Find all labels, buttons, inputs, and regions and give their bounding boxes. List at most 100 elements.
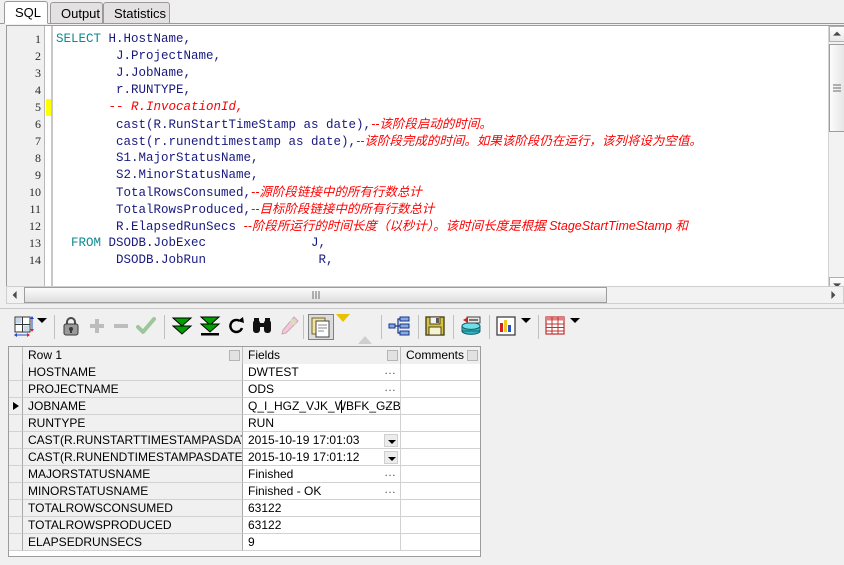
cell-editor-ellipsis-button[interactable]: … xyxy=(384,483,397,499)
cell-comment[interactable] xyxy=(401,449,480,466)
column-resize-handle[interactable] xyxy=(229,350,240,361)
column-header-fields[interactable]: Fields xyxy=(243,347,401,364)
sql-editor[interactable]: 1 2 3 4 5 6 7 8 9 10 11 12 13 14 SELECT H.HostName, J… xyxy=(6,25,844,293)
tab-sql[interactable]: SQL xyxy=(4,1,48,24)
tab-statistics[interactable]: Statistics xyxy=(103,2,170,23)
row-selector[interactable] xyxy=(9,483,23,500)
cell-field-value[interactable]: 2015-10-19 17:01:12 xyxy=(243,449,401,466)
table-row[interactable]: HOSTNAME DWTEST… xyxy=(9,364,480,381)
grid-view-button[interactable] xyxy=(543,314,567,340)
cell-comment[interactable] xyxy=(401,415,480,432)
row-selector[interactable] xyxy=(9,500,23,517)
cell-dropdown-button[interactable] xyxy=(384,434,398,447)
cell-field-name[interactable]: HOSTNAME xyxy=(23,364,243,381)
table-row[interactable]: TOTALROWSPRODUCED 63122 xyxy=(9,517,480,534)
editor-vertical-scrollbar[interactable] xyxy=(828,26,844,293)
row-selector[interactable] xyxy=(9,466,23,483)
row-selector[interactable] xyxy=(9,398,23,415)
row-selector[interactable] xyxy=(9,415,23,432)
highlight-button[interactable] xyxy=(278,314,300,340)
table-row[interactable]: ELAPSEDRUNSECS 9 xyxy=(9,534,480,551)
grid-view-dropdown[interactable] xyxy=(570,314,582,349)
column-header-row1[interactable]: Row 1 xyxy=(23,347,243,364)
table-row[interactable]: CAST(R.RUNSTARTTIMESTAMPASDATE 2015-10-19… xyxy=(9,432,480,449)
chart-button[interactable] xyxy=(494,314,518,340)
row-selector[interactable] xyxy=(9,381,23,398)
save-button[interactable] xyxy=(423,314,447,340)
sql-code-text[interactable]: SELECT H.HostName, J.ProjectName, J.JobN… xyxy=(56,31,831,289)
scroll-left-button[interactable] xyxy=(7,287,23,303)
cell-comment[interactable] xyxy=(401,483,480,500)
table-row[interactable]: RUNTYPE RUN xyxy=(9,415,480,432)
cell-field-name[interactable]: CAST(R.RUNSTARTTIMESTAMPASDATE xyxy=(23,432,243,449)
vertical-scrollbar-thumb[interactable] xyxy=(829,44,844,132)
chart-dropdown[interactable] xyxy=(521,314,533,349)
fit-columns-dropdown[interactable] xyxy=(37,314,49,349)
row-selector[interactable] xyxy=(9,432,23,449)
cell-field-name[interactable]: ELAPSEDRUNSECS xyxy=(23,534,243,551)
cell-comment[interactable] xyxy=(401,364,480,381)
table-row[interactable]: TOTALROWSCONSUMED 63122 xyxy=(9,500,480,517)
explain-plan-button[interactable] xyxy=(386,314,412,340)
cell-field-value[interactable]: Q_I_HGZ_VJK_WBFK_GZB… xyxy=(243,398,401,415)
cell-field-name[interactable]: CAST(R.RUNENDTIMESTAMPASDATE) xyxy=(23,449,243,466)
scroll-right-button[interactable] xyxy=(825,287,841,303)
table-row[interactable]: PROJECTNAME ODS… xyxy=(9,381,480,398)
refresh-button[interactable] xyxy=(226,314,248,340)
commit-button[interactable] xyxy=(134,314,158,340)
find-button[interactable] xyxy=(250,314,274,340)
last-record-button[interactable] xyxy=(198,314,222,340)
row-selector[interactable] xyxy=(9,364,23,381)
cell-editor-ellipsis-button[interactable]: … xyxy=(384,466,397,482)
cell-field-name[interactable]: TOTALROWSPRODUCED xyxy=(23,517,243,534)
table-row[interactable]: JOBNAME Q_I_HGZ_VJK_WBFK_GZB… xyxy=(9,398,480,415)
cell-field-value[interactable]: RUN xyxy=(243,415,401,432)
tab-output[interactable]: Output xyxy=(50,2,103,23)
cell-editor-ellipsis-button[interactable]: … xyxy=(384,381,397,397)
lock-record-button[interactable] xyxy=(60,314,82,340)
cell-field-name[interactable]: JOBNAME xyxy=(23,398,243,415)
cell-field-name[interactable]: MINORSTATUSNAME xyxy=(23,483,243,500)
cell-editor-ellipsis-button[interactable]: … xyxy=(384,364,397,380)
export-db-button[interactable] xyxy=(458,314,484,340)
cell-comment[interactable] xyxy=(401,466,480,483)
cell-field-value[interactable]: Finished… xyxy=(243,466,401,483)
cell-comment[interactable] xyxy=(401,381,480,398)
row-selector[interactable] xyxy=(9,517,23,534)
next-record-button[interactable] xyxy=(170,314,194,340)
cell-editor-ellipsis-button[interactable]: … xyxy=(384,398,397,414)
fit-columns-button[interactable] xyxy=(12,314,36,340)
cell-comment[interactable] xyxy=(401,500,480,517)
editor-horizontal-scrollbar[interactable] xyxy=(6,286,844,304)
cell-field-value[interactable]: 63122 xyxy=(243,517,401,534)
grid-corner-cell[interactable] xyxy=(9,347,23,364)
table-row[interactable]: MAJORSTATUSNAME Finished… xyxy=(9,466,480,483)
column-resize-handle[interactable] xyxy=(467,350,478,361)
result-data-grid[interactable]: Row 1 Fields Comments HOSTNAME DWTEST… PRO… xyxy=(8,346,481,557)
single-record-view-button[interactable] xyxy=(308,314,334,340)
cell-field-name[interactable]: TOTALROWSCONSUMED xyxy=(23,500,243,517)
delete-record-button[interactable] xyxy=(110,314,132,340)
cell-field-value[interactable]: 63122 xyxy=(243,500,401,517)
cell-comment[interactable] xyxy=(401,534,480,551)
table-row[interactable]: MINORSTATUSNAME Finished - OK… xyxy=(9,483,480,500)
cell-comment[interactable] xyxy=(401,517,480,534)
cell-field-name[interactable]: MAJORSTATUSNAME xyxy=(23,466,243,483)
cell-field-value[interactable]: 9 xyxy=(243,534,401,551)
cell-comment[interactable] xyxy=(401,398,480,415)
cell-comment[interactable] xyxy=(401,432,480,449)
cell-field-value[interactable]: Finished - OK… xyxy=(243,483,401,500)
cell-field-value[interactable]: DWTEST… xyxy=(243,364,401,381)
horizontal-scrollbar-thumb[interactable] xyxy=(24,287,607,303)
add-record-button[interactable] xyxy=(86,314,108,340)
table-row[interactable]: CAST(R.RUNENDTIMESTAMPASDATE) 2015-10-19 … xyxy=(9,449,480,466)
row-selector[interactable] xyxy=(9,449,23,466)
view-mode-dropdown[interactable] xyxy=(336,314,352,348)
collapse-button[interactable] xyxy=(358,314,374,348)
column-header-comments[interactable]: Comments xyxy=(401,347,480,364)
cell-field-name[interactable]: PROJECTNAME xyxy=(23,381,243,398)
row-selector[interactable] xyxy=(9,534,23,551)
cell-field-name[interactable]: RUNTYPE xyxy=(23,415,243,432)
cell-dropdown-button[interactable] xyxy=(384,451,398,464)
scroll-up-button[interactable] xyxy=(829,26,844,42)
